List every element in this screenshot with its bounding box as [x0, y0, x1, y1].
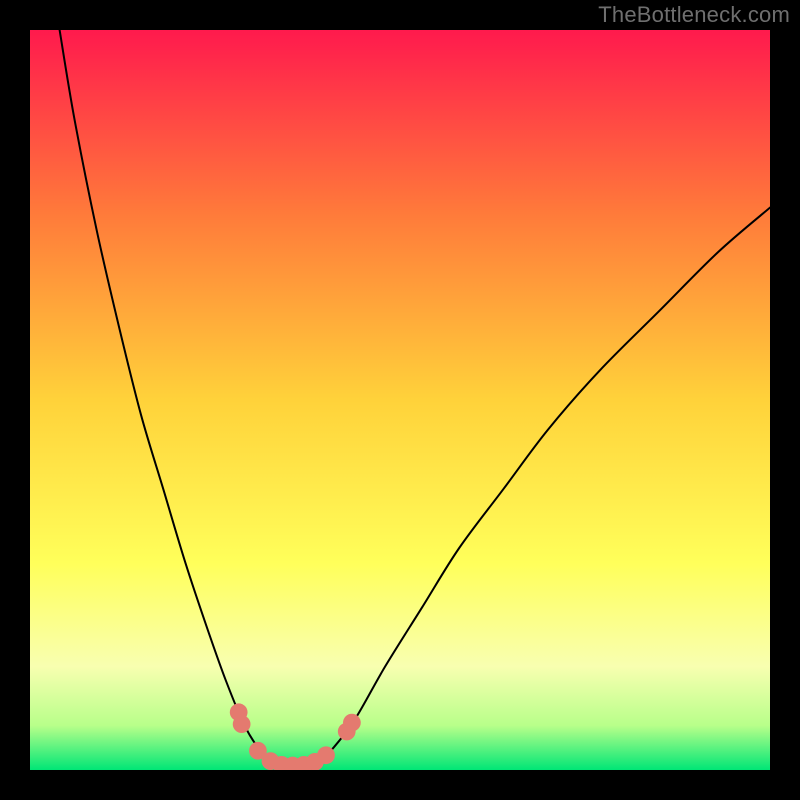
marker-point [317, 746, 335, 764]
gradient-background [30, 30, 770, 770]
marker-point [343, 714, 361, 732]
marker-point [233, 715, 251, 733]
plot-area [30, 30, 770, 770]
chart-svg [30, 30, 770, 770]
chart-frame: TheBottleneck.com [0, 0, 800, 800]
watermark-text: TheBottleneck.com [598, 2, 790, 28]
